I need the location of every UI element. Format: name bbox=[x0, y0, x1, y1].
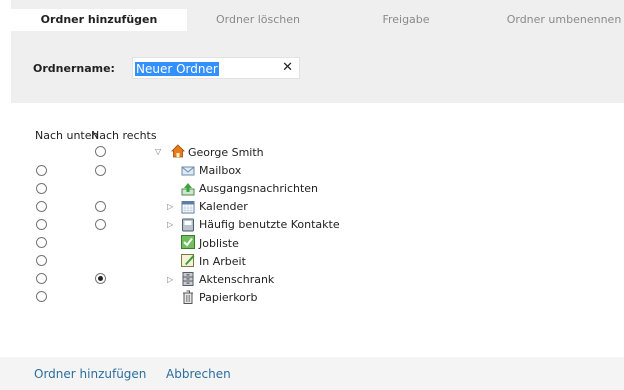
folder-dialog-panel: Ordner hinzufügen Ordner löschen Freigab… bbox=[11, 0, 624, 103]
tab-add-folder[interactable]: Ordner hinzufügen bbox=[11, 9, 187, 31]
radio-down-trash[interactable] bbox=[36, 291, 47, 302]
tree-item-calendar[interactable]: Kalender bbox=[199, 200, 248, 214]
add-folder-button[interactable]: Ordner hinzufügen bbox=[34, 367, 146, 381]
column-header-down: Nach unten bbox=[35, 129, 99, 142]
tree-item-frequent-contacts[interactable]: Häufig benutzte Kontakte bbox=[199, 218, 340, 232]
radio-down-cabinet[interactable] bbox=[36, 273, 47, 284]
radio-right-calendar[interactable] bbox=[95, 201, 106, 212]
calendar-icon bbox=[181, 201, 195, 214]
expand-chevron-icon[interactable]: ▷ bbox=[167, 202, 173, 212]
tab-rename-folder[interactable]: Ordner umbenennen bbox=[504, 9, 624, 31]
expand-chevron-icon[interactable]: ▷ bbox=[167, 275, 173, 285]
radio-down-contacts[interactable] bbox=[36, 219, 47, 230]
folder-name-input[interactable]: Neuer Ordner ✕ bbox=[132, 57, 300, 79]
expand-chevron-icon[interactable]: ▷ bbox=[167, 220, 173, 230]
tree-item-outbox[interactable]: Ausgangsnachrichten bbox=[199, 182, 318, 196]
radio-right-cabinet[interactable] bbox=[95, 273, 106, 284]
cabinet-icon bbox=[182, 272, 194, 286]
tasklist-icon bbox=[181, 235, 195, 249]
radio-right-contacts[interactable] bbox=[95, 219, 106, 230]
tree-item-cabinet[interactable]: Aktenschrank bbox=[199, 273, 274, 287]
home-icon bbox=[171, 144, 185, 158]
tab-delete-folder[interactable]: Ordner löschen bbox=[187, 9, 329, 31]
radio-down-outbox[interactable] bbox=[36, 183, 47, 194]
mailbox-icon bbox=[181, 166, 195, 176]
radio-down-mailbox[interactable] bbox=[36, 165, 47, 176]
tree-item-mailbox[interactable]: Mailbox bbox=[199, 164, 241, 178]
action-bar: Ordner hinzufügen Abbrechen bbox=[0, 357, 624, 390]
folder-name-label: Ordnername: bbox=[33, 62, 115, 75]
radio-down-calendar[interactable] bbox=[36, 201, 47, 212]
trash-icon bbox=[183, 290, 193, 304]
tree-item-in-progress[interactable]: In Arbeit bbox=[199, 255, 246, 269]
tree-item-george-smith[interactable]: George Smith bbox=[188, 146, 264, 160]
contacts-icon bbox=[182, 218, 194, 232]
folder-name-value[interactable]: Neuer Ordner bbox=[135, 62, 219, 76]
radio-right-root[interactable] bbox=[95, 146, 106, 157]
cancel-button[interactable]: Abbrechen bbox=[166, 367, 231, 381]
tab-share[interactable]: Freigabe bbox=[351, 9, 461, 31]
clear-icon[interactable]: ✕ bbox=[282, 60, 293, 76]
tree-item-tasklist[interactable]: Jobliste bbox=[199, 237, 239, 251]
tree-item-trash[interactable]: Papierkorb bbox=[199, 291, 257, 305]
in-progress-icon bbox=[181, 254, 195, 267]
radio-right-mailbox[interactable] bbox=[95, 165, 106, 176]
collapse-chevron-icon[interactable]: ▽ bbox=[155, 147, 161, 157]
outbox-icon bbox=[181, 183, 195, 196]
radio-down-in-progress[interactable] bbox=[36, 255, 47, 266]
column-header-right: Nach rechts bbox=[91, 129, 157, 142]
radio-down-tasklist[interactable] bbox=[36, 237, 47, 248]
